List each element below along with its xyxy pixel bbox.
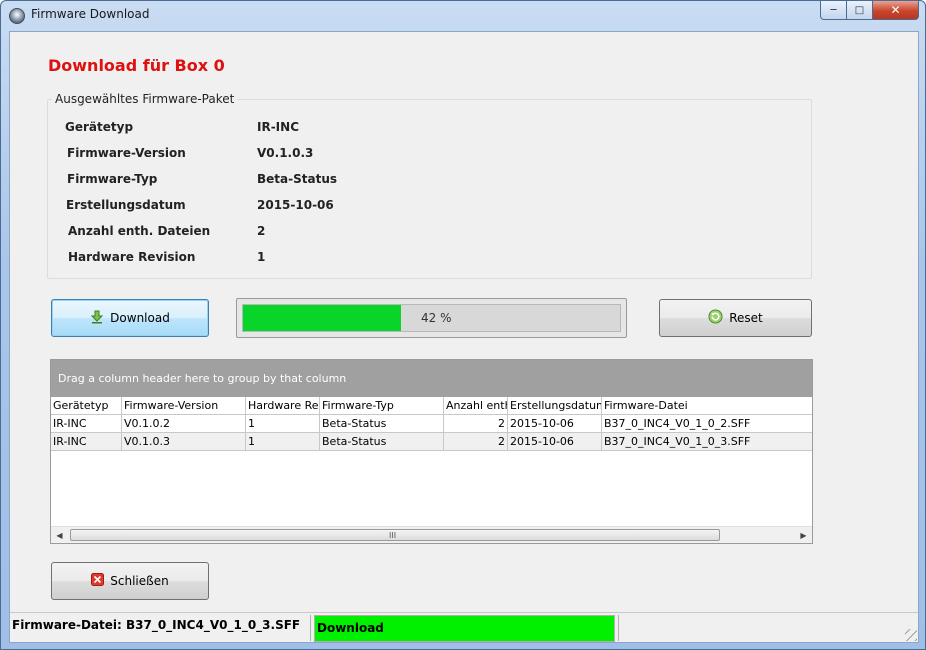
progress-text: 42 % bbox=[421, 311, 452, 325]
reset-button[interactable]: Reset bbox=[659, 299, 812, 337]
resize-grip-icon[interactable] bbox=[905, 629, 917, 641]
info-row-file-count: Anzahl enth. Dateien 2 bbox=[68, 224, 468, 240]
reset-icon bbox=[708, 309, 723, 327]
close-icon bbox=[91, 573, 105, 589]
info-value: Beta-Status bbox=[257, 172, 337, 186]
group-by-panel[interactable]: Drag a column header here to group by th… bbox=[51, 360, 812, 397]
minimize-button[interactable]: ─ bbox=[820, 1, 847, 20]
column-header-firmware-type[interactable]: Firmware-Typ bbox=[320, 397, 444, 415]
column-header-file-count[interactable]: Anzahl enth bbox=[444, 397, 508, 415]
grid-header: Gerätetyp Firmware-Version Hardware Rev … bbox=[51, 397, 812, 415]
table-cell: B37_0_INC4_V0_1_0_3.SFF bbox=[604, 435, 751, 448]
reset-label: Reset bbox=[729, 311, 763, 325]
window-title: Firmware Download bbox=[31, 7, 150, 21]
scroll-left-icon[interactable]: ◀ bbox=[51, 527, 68, 544]
close-button[interactable]: Schließen bbox=[51, 562, 209, 600]
firmware-grid: Drag a column header here to group by th… bbox=[50, 359, 813, 544]
status-state-text: Download bbox=[317, 621, 384, 635]
table-cell: 1 bbox=[246, 415, 320, 433]
status-state-panel: Download bbox=[314, 615, 615, 642]
table-cell: 2 bbox=[444, 415, 508, 433]
info-row-firmware-version: Firmware-Version V0.1.0.3 bbox=[67, 146, 467, 162]
client-area: Download für Box 0 Ausgewähltes Firmware… bbox=[9, 31, 919, 643]
close-label: Schließen bbox=[110, 574, 169, 588]
info-label: Erstellungsdatum bbox=[66, 198, 186, 212]
group-by-hint: Drag a column header here to group by th… bbox=[58, 372, 347, 385]
maximize-button[interactable]: □ bbox=[847, 1, 873, 20]
firmware-download-window: Firmware Download ─ □ ✕ Download für Box… bbox=[0, 0, 926, 650]
app-icon bbox=[9, 8, 25, 24]
table-row-selected[interactable]: IR-INC V0.1.0.3 1 Beta-Status 2 2015-10-… bbox=[51, 433, 812, 451]
info-label: Hardware Revision bbox=[68, 250, 196, 264]
scroll-right-icon[interactable]: ▶ bbox=[795, 527, 812, 544]
status-bar: Firmware-Datei: B37_0_INC4_V0_1_0_3.SFF … bbox=[10, 612, 918, 642]
horizontal-scrollbar[interactable]: ◀ III ▶ bbox=[51, 526, 812, 543]
status-separator bbox=[618, 615, 619, 641]
table-cell: 2 bbox=[444, 433, 508, 451]
info-value: 2015-10-06 bbox=[257, 198, 334, 212]
table-cell: 1 bbox=[246, 433, 320, 451]
status-separator bbox=[310, 615, 311, 641]
column-header-firmware-version[interactable]: Firmware-Version bbox=[122, 397, 246, 415]
info-label: Gerätetyp bbox=[65, 120, 134, 134]
table-cell: V0.1.0.2 bbox=[122, 415, 246, 433]
title-bar[interactable]: Firmware Download ─ □ ✕ bbox=[1, 1, 925, 29]
table-cell: IR-INC bbox=[51, 415, 122, 433]
info-label: Firmware-Typ bbox=[67, 172, 158, 186]
download-icon bbox=[90, 310, 104, 327]
scroll-thumb[interactable]: III bbox=[70, 529, 720, 541]
info-row-firmware-type: Firmware-Typ Beta-Status bbox=[67, 172, 467, 188]
progress-track: 42 % bbox=[242, 304, 621, 332]
scroll-grip-icon: III bbox=[389, 531, 397, 540]
table-cell: IR-INC bbox=[51, 433, 122, 451]
close-window-button[interactable]: ✕ bbox=[873, 1, 919, 20]
page-title: Download für Box 0 bbox=[48, 56, 225, 75]
table-cell: Beta-Status bbox=[320, 415, 444, 433]
status-firmware-file: Firmware-Datei: B37_0_INC4_V0_1_0_3.SFF bbox=[12, 618, 301, 632]
download-button[interactable]: Download bbox=[51, 299, 209, 337]
info-value: IR-INC bbox=[257, 120, 299, 134]
column-header-hardware-rev[interactable]: Hardware Rev bbox=[246, 397, 320, 415]
progress-fill bbox=[243, 305, 402, 331]
column-header-firmware-file[interactable]: Firmware-Datei bbox=[602, 397, 812, 415]
column-header-creation-date[interactable]: Erstellungsdatum bbox=[508, 397, 602, 415]
table-cell: 2015-10-06 bbox=[508, 415, 602, 433]
info-row-hardware-revision: Hardware Revision 1 bbox=[68, 250, 468, 266]
group-title: Ausgewähltes Firmware-Paket bbox=[52, 92, 238, 106]
table-cell: V0.1.0.3 bbox=[122, 433, 246, 451]
window-controls: ─ □ ✕ bbox=[820, 1, 919, 21]
info-label: Firmware-Version bbox=[67, 146, 186, 160]
table-cell: 2015-10-06 bbox=[508, 433, 602, 451]
info-value: V0.1.0.3 bbox=[257, 146, 314, 160]
table-cell: B37_0_INC4_V0_1_0_2.SFF bbox=[604, 417, 751, 430]
info-row-creation-date: Erstellungsdatum 2015-10-06 bbox=[66, 198, 466, 214]
info-row-device-type: Gerätetyp IR-INC bbox=[65, 120, 465, 136]
download-label: Download bbox=[110, 311, 170, 325]
info-label: Anzahl enth. Dateien bbox=[68, 224, 211, 238]
column-header-device-type[interactable]: Gerätetyp bbox=[51, 397, 122, 415]
table-row[interactable]: IR-INC V0.1.0.2 1 Beta-Status 2 2015-10-… bbox=[51, 415, 812, 433]
download-progress: 42 % bbox=[236, 298, 627, 338]
info-value: 1 bbox=[257, 250, 266, 264]
info-value: 2 bbox=[257, 224, 266, 238]
table-cell: Beta-Status bbox=[320, 433, 444, 451]
